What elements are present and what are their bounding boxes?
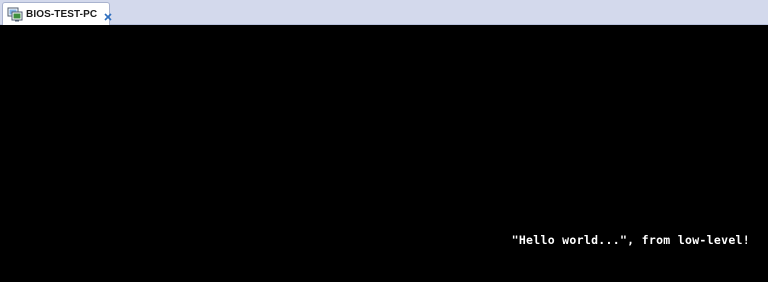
close-icon[interactable]	[103, 9, 113, 21]
console-output-text: "Hello world...", from low-level!	[511, 233, 750, 247]
vm-console-screen[interactable]: "Hello world...", from low-level!	[0, 25, 768, 282]
tab-bar: BIOS-TEST-PC	[0, 0, 768, 25]
tab-bios-test-pc[interactable]: BIOS-TEST-PC	[2, 2, 113, 25]
vm-icon	[7, 6, 23, 22]
tab-label: BIOS-TEST-PC	[26, 8, 98, 20]
